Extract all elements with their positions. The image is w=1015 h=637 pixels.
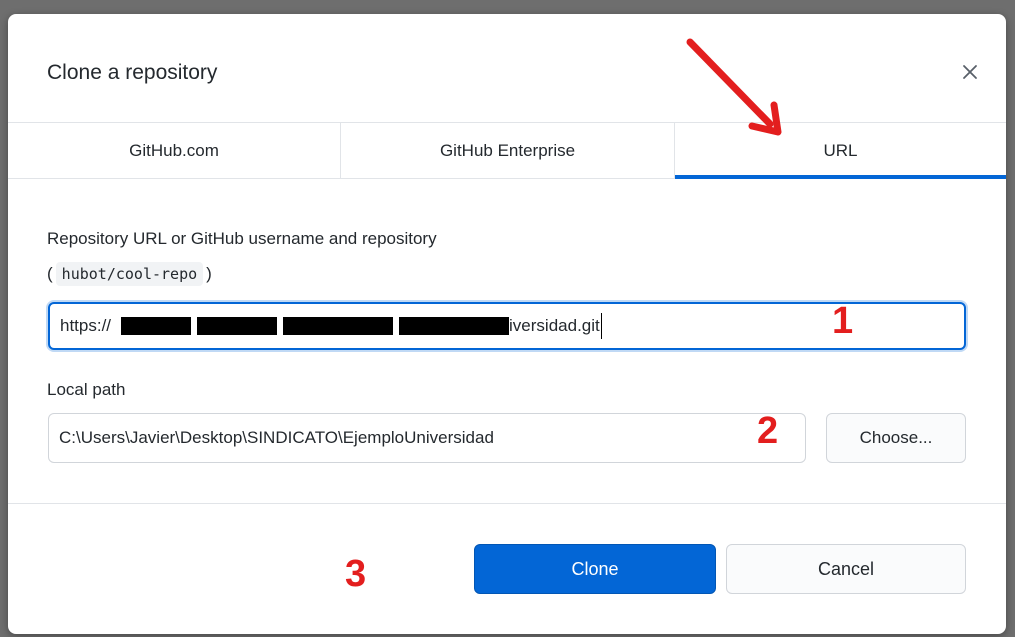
tab-github-enterprise[interactable]: GitHub Enterprise (341, 123, 675, 178)
url-value-suffix: iversidad.git (509, 316, 600, 335)
repository-url-label: Repository URL or GitHub username and re… (47, 229, 437, 248)
close-icon (963, 65, 977, 79)
hint-open-paren: ( (47, 264, 53, 283)
dialog-header: Clone a repository (8, 14, 1006, 122)
hint-example-code: hubot/cool-repo (55, 262, 204, 286)
redaction-bar (399, 317, 510, 335)
cancel-button[interactable]: Cancel (726, 544, 966, 594)
clone-button[interactable]: Clone (474, 544, 716, 594)
close-button[interactable] (956, 58, 984, 86)
redaction-bar (283, 317, 394, 335)
clone-repository-dialog: Clone a repository GitHub.com GitHub Ent… (8, 14, 1006, 634)
redaction-bar (197, 317, 278, 335)
annotation-step-3: 3 (345, 553, 367, 595)
redaction-bar (121, 317, 192, 335)
hint-close-paren: ) (206, 264, 212, 283)
text-caret (600, 313, 602, 339)
choose-button[interactable]: Choose... (826, 413, 966, 463)
local-path-input[interactable]: C:\Users\Javier\Desktop\SINDICATO\Ejempl… (48, 413, 806, 463)
tab-github-com[interactable]: GitHub.com (8, 123, 341, 178)
dialog-title: Clone a repository (47, 61, 218, 84)
repository-url-hint: ( hubot/cool-repo ) (47, 262, 212, 286)
tab-url[interactable]: URL (675, 123, 1006, 179)
tab-label: GitHub.com (129, 140, 219, 160)
annotation-step-1: 1 (832, 300, 854, 342)
tab-label: URL (823, 140, 858, 160)
footer-divider (8, 503, 1006, 504)
url-value-prefix: https:// (60, 316, 112, 335)
repository-url-input[interactable]: https:// iversidad.git (48, 302, 966, 350)
annotation-step-2: 2 (757, 410, 779, 452)
tab-bar: GitHub.com GitHub Enterprise URL (8, 122, 1006, 179)
local-path-value: C:\Users\Javier\Desktop\SINDICATO\Ejempl… (59, 428, 494, 447)
local-path-label: Local path (47, 380, 126, 399)
tab-label: GitHub Enterprise (439, 140, 576, 160)
